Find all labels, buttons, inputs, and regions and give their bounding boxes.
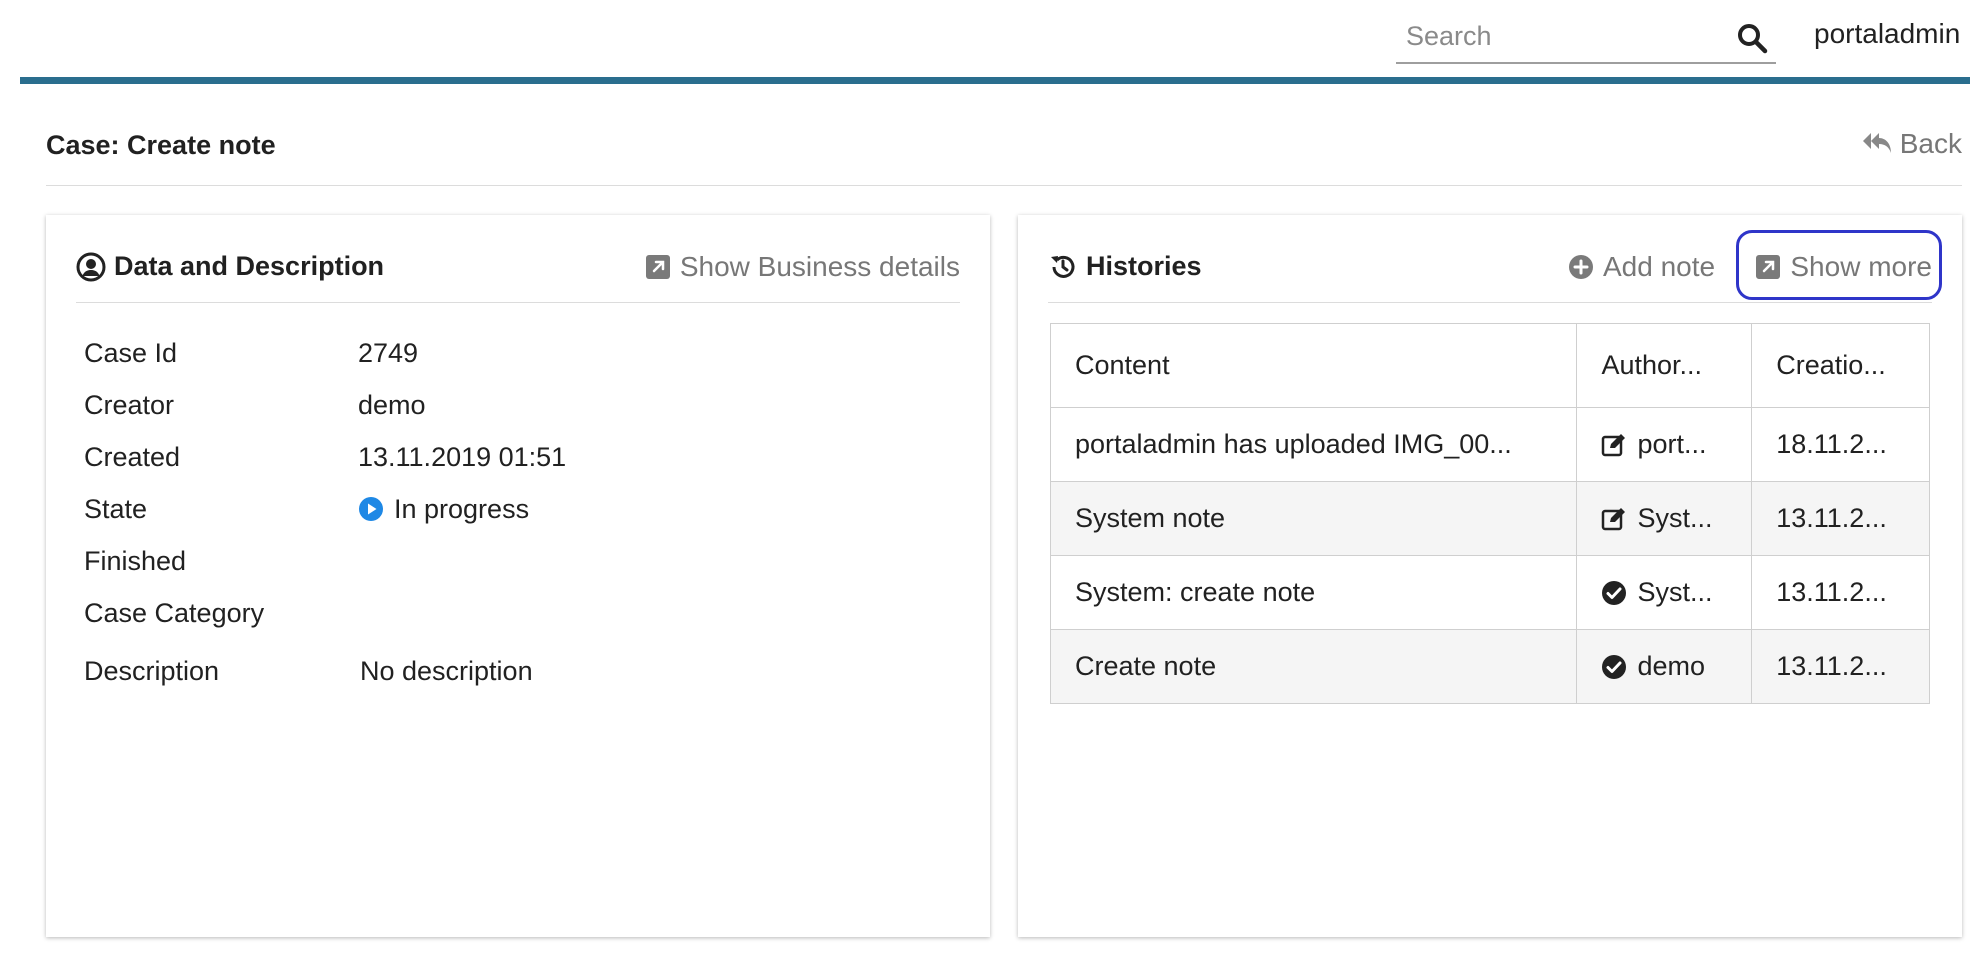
search-input[interactable] [1396, 12, 1726, 60]
history-content: System note [1049, 481, 1578, 556]
detail-row-created: Created 13.11.2019 01:51 [84, 431, 944, 483]
page-header: Case: Create note Back [46, 120, 1962, 186]
column-header-author[interactable]: Author... [1576, 323, 1753, 408]
show-more-link[interactable]: Show more [1755, 251, 1932, 283]
page-title: Case: Create note [46, 130, 276, 160]
histories-panel: Histories Add note Show more Content Aut… [1018, 215, 1962, 937]
detail-label: Creator [84, 389, 175, 420]
external-link-icon [1756, 255, 1781, 279]
detail-label: Case Id [84, 337, 178, 368]
back-button[interactable]: Back [1862, 128, 1962, 160]
history-icon [1051, 255, 1075, 278]
add-note-label: Add note [1603, 251, 1716, 282]
panel-header: Histories Add note Show more [1048, 243, 1932, 303]
add-note-button[interactable]: Add note [1568, 251, 1715, 283]
state-text: In progress [394, 493, 530, 524]
edit-note-icon [1602, 507, 1626, 530]
history-content: portaladmin has uploaded IMG_00... [1049, 407, 1578, 482]
detail-value: 2749 [358, 337, 419, 368]
author-name: Syst... [1637, 503, 1713, 533]
detail-label: Description [84, 655, 220, 686]
check-circle-icon [1602, 654, 1627, 679]
histories-table: Content Author... Creatio... portaladmin… [1049, 323, 1930, 704]
search-box [1396, 12, 1776, 64]
detail-row-description: Description No description [84, 639, 944, 703]
table-row[interactable]: System: create note Syst... 13.11.2... [1049, 555, 1930, 630]
history-author: port... [1576, 407, 1753, 482]
case-details: Case Id 2749 Creator demo Created 13.11.… [84, 327, 944, 703]
table-row[interactable]: Create note demo 13.11.2... [1049, 629, 1930, 704]
data-description-panel: Data and Description Show Business detai… [46, 215, 990, 937]
detail-label: Created [84, 441, 181, 472]
history-created: 13.11.2... [1751, 481, 1930, 556]
play-circle-icon [359, 497, 383, 521]
panel-title-text: Histories [1086, 251, 1202, 281]
check-circle-icon [1602, 580, 1627, 605]
panel-header: Data and Description Show Business detai… [76, 243, 960, 303]
detail-row-case-id: Case Id 2749 [84, 327, 944, 379]
show-business-details-label: Show Business details [679, 251, 960, 282]
detail-label: Finished [84, 545, 187, 576]
table-row[interactable]: System note Syst... 13.11.2... [1049, 481, 1930, 556]
author-name: port... [1637, 429, 1707, 459]
panel-title: Data and Description [76, 251, 384, 282]
detail-row-state: State In progress [84, 483, 944, 535]
table-row[interactable]: portaladmin has uploaded IMG_00... port.… [1049, 407, 1930, 482]
panel-title-text: Data and Description [114, 251, 385, 281]
plus-circle-icon [1569, 255, 1593, 279]
author-name: demo [1637, 651, 1705, 681]
user-circle-icon [76, 252, 106, 281]
detail-value: demo [358, 389, 426, 420]
column-header-creation[interactable]: Creatio... [1751, 323, 1930, 408]
show-more-label: Show more [1790, 251, 1932, 282]
search-icon[interactable] [1736, 22, 1768, 54]
back-label: Back [1899, 128, 1962, 159]
detail-row-case-category: Case Category [84, 587, 944, 639]
history-author: Syst... [1576, 555, 1753, 630]
history-created: 13.11.2... [1751, 555, 1930, 630]
detail-row-finished: Finished [84, 535, 944, 587]
detail-value: 13.11.2019 01:51 [358, 441, 567, 472]
history-author: demo [1576, 629, 1753, 704]
column-header-content[interactable]: Content [1049, 323, 1578, 408]
edit-note-icon [1602, 433, 1626, 456]
reply-all-icon [1862, 133, 1891, 153]
panel-title: Histories [1048, 251, 1202, 282]
history-content: Create note [1049, 629, 1578, 704]
detail-row-creator: Creator demo [84, 379, 944, 431]
detail-label: Case Category [84, 597, 265, 628]
detail-label: State [84, 493, 148, 524]
history-author: Syst... [1576, 481, 1753, 556]
detail-value: No description [360, 655, 533, 686]
author-name: Syst... [1637, 577, 1713, 607]
top-bar: portaladmin [20, 0, 1970, 84]
detail-value-state: In progress [358, 494, 529, 525]
user-menu[interactable]: portaladmin [1814, 18, 1960, 50]
history-created: 18.11.2... [1751, 407, 1930, 482]
table-header-row: Content Author... Creatio... [1049, 323, 1930, 408]
history-content: System: create note [1049, 555, 1578, 630]
external-link-icon [645, 255, 670, 279]
show-business-details-link[interactable]: Show Business details [645, 251, 960, 283]
history-created: 13.11.2... [1751, 629, 1930, 704]
